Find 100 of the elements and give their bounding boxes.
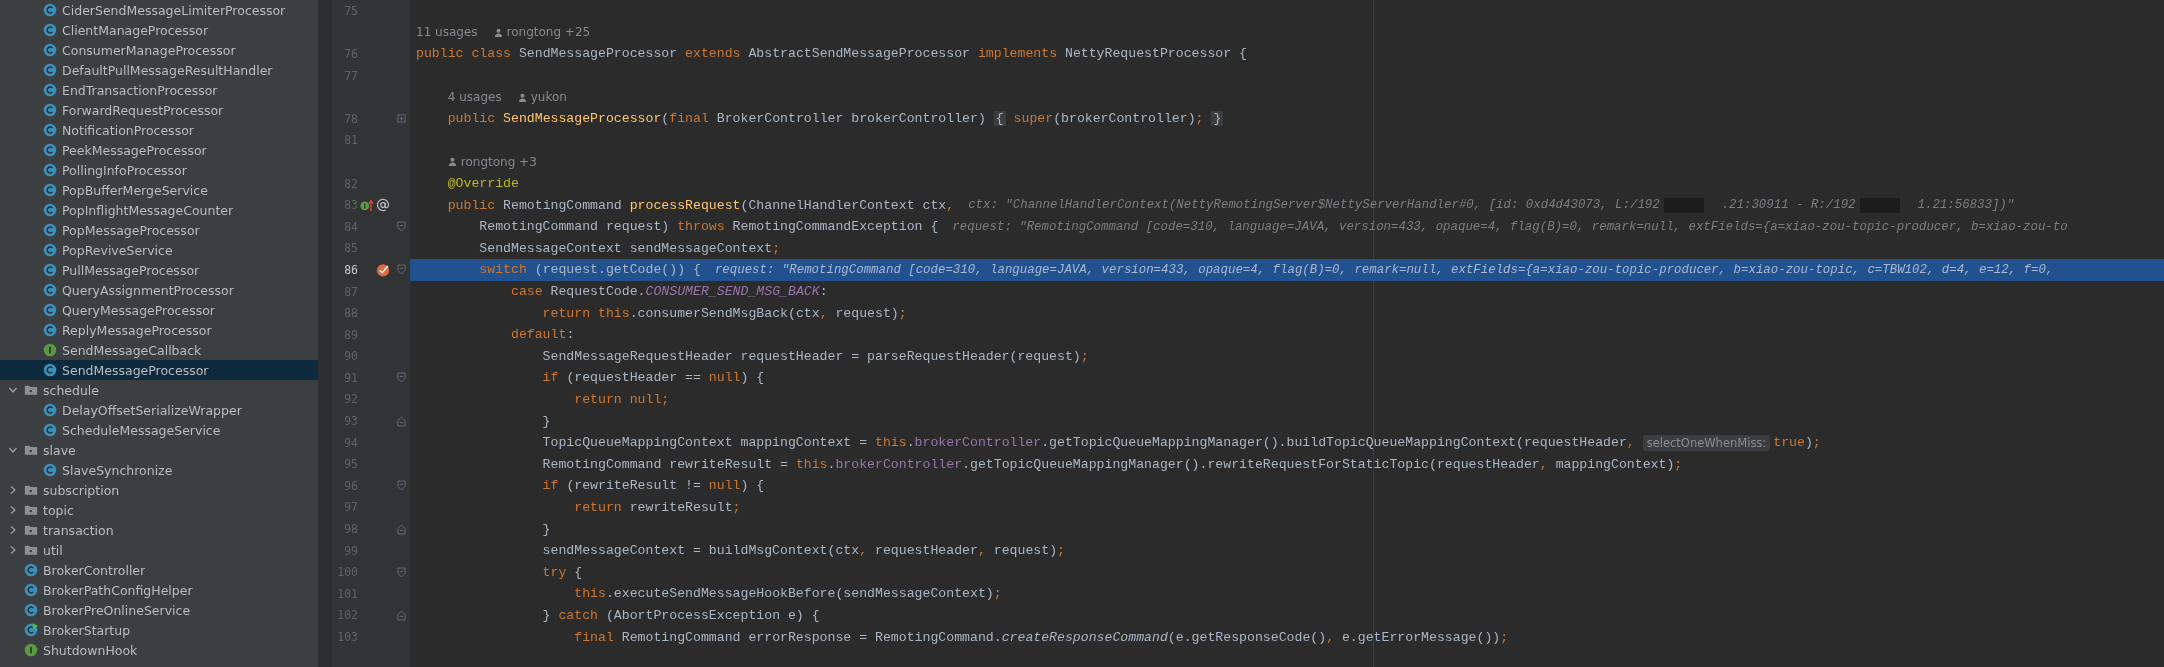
class-icon <box>43 123 57 137</box>
tree-item-label: BrokerPreOnlineService <box>43 602 191 618</box>
collapse-fold-icon[interactable] <box>396 415 406 427</box>
tree-item-label: schedule <box>43 382 100 398</box>
tree-item[interactable]: subscription <box>0 480 318 500</box>
tree-item[interactable]: ScheduleMessageService <box>0 420 318 440</box>
tree-item[interactable]: SendMessageProcessor <box>0 360 318 380</box>
tree-item[interactable]: QueryAssignmentProcessor <box>0 280 318 300</box>
debug-value-hint: 1.21:56833])" <box>1917 198 2015 213</box>
tree-item[interactable]: transaction <box>0 520 318 540</box>
tree-item[interactable]: schedule <box>0 380 318 400</box>
breakpoint-icon[interactable] <box>376 262 390 277</box>
line-number: 86 <box>343 262 358 277</box>
tree-item[interactable]: DelayOffsetSerializeWrapper <box>0 400 318 420</box>
annotation-icon[interactable] <box>376 198 390 213</box>
tree-item[interactable]: EndTransactionProcessor <box>0 80 318 100</box>
class-icon <box>43 283 57 297</box>
author-hint[interactable]: rongtong +25 <box>493 25 591 40</box>
code-line: return rewriteResult; <box>573 499 741 515</box>
author-hint[interactable]: rongtong +3 <box>447 154 537 169</box>
tree-item[interactable]: ShutdownHook <box>0 640 318 660</box>
tree-item[interactable]: BrokerController <box>0 560 318 580</box>
tree-item[interactable]: QueryMessageProcessor <box>0 300 318 320</box>
tree-item[interactable]: ForwardRequestProcessor <box>0 100 318 120</box>
tree-item[interactable]: PullMessageProcessor <box>0 260 318 280</box>
tree-item-label: QueryMessageProcessor <box>62 302 215 318</box>
chevron-icon[interactable] <box>8 445 18 455</box>
debug-value-hint: request: "RemotingCommand [code=310, language=JAVA, version=433, opaque=4, flag(B)=0, remark=null, extFields={a=xiao-zou-topic-producer, b=xiao-zou-to <box>952 219 2068 234</box>
tree-item[interactable]: ConsumerManageProcessor <box>0 40 318 60</box>
interface-icon <box>24 643 38 657</box>
collapse-fold-icon[interactable] <box>396 523 406 535</box>
person-icon <box>447 157 457 167</box>
class-icon <box>43 3 57 17</box>
tree-item-label: BrokerPathConfigHelper <box>43 582 193 598</box>
author-hint[interactable]: yukon <box>517 90 567 105</box>
class-icon <box>43 183 57 197</box>
tree-item[interactable]: PollingInfoProcessor <box>0 160 318 180</box>
tree-item-label: PullMessageProcessor <box>62 262 200 278</box>
tree-item[interactable]: SendMessageCallback <box>0 340 318 360</box>
parameter-hint: selectOneWhenMiss: <box>1642 434 1771 451</box>
tree-item-label: SendMessageProcessor <box>62 362 209 378</box>
code-line: true); <box>1773 435 1821 451</box>
chevron-icon[interactable] <box>8 545 18 555</box>
expand-fold-icon[interactable] <box>396 113 406 125</box>
debug-value-hint: request: "RemotingCommand [code=310, language=JAVA, version=433, opaque=4, flag(B)=0, remark=null, extFields={a=xiao-zou-topic-producer, b=xiao-zou-topic, c=TBW102, d=4, e=12, f=0, <box>714 262 2054 277</box>
chevron-icon[interactable] <box>8 485 18 495</box>
tree-item-label: QueryAssignmentProcessor <box>62 282 234 298</box>
tree-item[interactable]: BrokerStartup <box>0 620 318 640</box>
tree-item[interactable]: PopReviveService <box>0 240 318 260</box>
folder-icon <box>24 443 38 457</box>
tree-item-label: slave <box>43 442 76 458</box>
class-icon <box>43 323 57 337</box>
usages-link[interactable]: 4 usages <box>447 90 502 105</box>
person-icon <box>517 92 527 102</box>
tree-item-label: subscription <box>43 482 120 498</box>
collapse-fold-icon[interactable] <box>396 480 406 492</box>
chevron-icon[interactable] <box>8 385 18 395</box>
tree-item[interactable]: BrokerPreOnlineService <box>0 600 318 620</box>
tree-item[interactable]: PeekMessageProcessor <box>0 140 318 160</box>
collapse-fold-icon[interactable] <box>396 372 406 384</box>
tree-item[interactable]: BrokerPathConfigHelper <box>0 580 318 600</box>
code-line: public class SendMessageProcessor extends AbstractSendMessageProcessor implements NettyRequestProcessor { <box>416 46 1247 62</box>
tree-item[interactable]: topic <box>0 500 318 520</box>
override-icon[interactable] <box>360 198 374 213</box>
class-icon <box>43 463 57 477</box>
class-icon <box>43 143 57 157</box>
tree-item-label: ConsumerManageProcessor <box>62 42 236 58</box>
tree-item[interactable]: PopBufferMergeService <box>0 180 318 200</box>
tree-item-label: ScheduleMessageService <box>62 422 221 438</box>
usages-link[interactable]: 11 usages <box>416 25 478 40</box>
collapse-fold-icon[interactable] <box>396 221 406 233</box>
code-line: SendMessageContext sendMessageContext; <box>478 240 781 256</box>
tree-item-label: PollingInfoProcessor <box>62 162 187 178</box>
folder-icon <box>24 503 38 517</box>
tree-item[interactable]: ReplyMessageProcessor <box>0 320 318 340</box>
class-icon <box>43 363 57 377</box>
code-line: return this.consumerSendMsgBack(ctx, request); <box>541 305 907 321</box>
tree-item[interactable]: slave <box>0 440 318 460</box>
tree-item[interactable]: PopInflightMessageCounter <box>0 200 318 220</box>
code-line: TopicQueueMappingContext mappingContext = this.brokerController.getTopicQueueMappingManager().buildTopicQueueMappingContext(requestHeader, <box>541 435 1636 451</box>
tree-item[interactable]: PopMessageProcessor <box>0 220 318 240</box>
collapse-fold-icon[interactable] <box>396 264 406 276</box>
tree-item-label: ShutdownHook <box>43 642 138 658</box>
chevron-icon[interactable] <box>8 525 18 535</box>
code-line: if (rewriteResult != null) { <box>541 478 765 494</box>
tree-item[interactable]: SlaveSynchronize <box>0 460 318 480</box>
tree-item[interactable]: util <box>0 540 318 560</box>
code-editor[interactable] <box>318 0 2164 667</box>
tree-item[interactable]: ClientManageProcessor <box>0 20 318 40</box>
collapse-fold-icon[interactable] <box>396 609 406 621</box>
tree-item-label: ReplyMessageProcessor <box>62 322 212 338</box>
tree-item[interactable]: NotificationProcessor <box>0 120 318 140</box>
collapse-fold-icon[interactable] <box>396 566 406 578</box>
folder-icon <box>24 483 38 497</box>
code-line: RemotingCommand request) throws RemotingCommandException { <box>478 219 939 235</box>
tree-item[interactable]: DefaultPullMessageResultHandler <box>0 60 318 80</box>
chevron-icon[interactable] <box>8 505 18 515</box>
class-icon <box>24 563 38 577</box>
tree-item[interactable]: CiderSendMessageLimiterProcessor <box>0 0 318 20</box>
tree-item-label: PeekMessageProcessor <box>62 142 207 158</box>
